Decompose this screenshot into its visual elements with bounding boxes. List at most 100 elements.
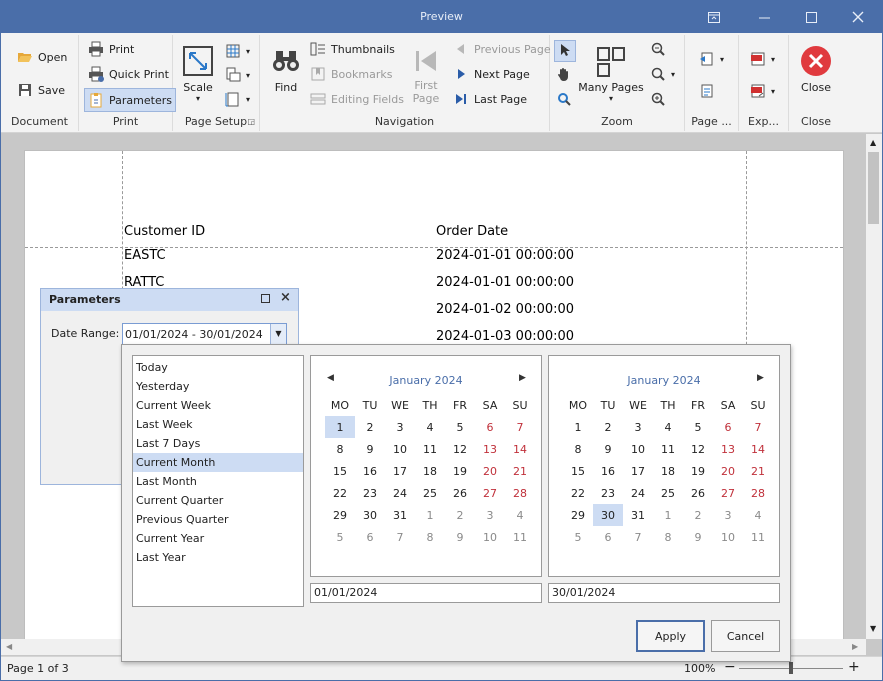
margins-button[interactable]: ▾ (225, 43, 250, 59)
calendar-day[interactable]: 10 (385, 438, 415, 460)
calendar-day[interactable]: 15 (563, 460, 593, 482)
calendar-day[interactable]: 2 (355, 416, 385, 438)
many-pages-button[interactable]: Many Pages ▾ (578, 45, 644, 103)
watermark-button[interactable] (699, 83, 720, 99)
calendar-day[interactable]: 24 (623, 482, 653, 504)
open-button[interactable]: Open (17, 49, 67, 65)
calendar-day[interactable]: 1 (325, 416, 355, 438)
paper-size-button[interactable]: ▾ (225, 91, 250, 107)
parameters-button[interactable]: Parameters (84, 88, 176, 112)
calendar-day[interactable]: 11 (653, 438, 683, 460)
calendar-day[interactable]: 9 (683, 526, 713, 548)
page-setup-dialog-launcher-icon[interactable]: ◲ (247, 117, 255, 126)
zoom-out-button[interactable] (650, 41, 671, 57)
calendar-day[interactable]: 3 (475, 504, 505, 526)
calendar-day[interactable]: 5 (683, 416, 713, 438)
calendar-day[interactable]: 13 (713, 438, 743, 460)
range-item[interactable]: Last Week (133, 415, 303, 434)
calendar-day[interactable]: 1 (563, 416, 593, 438)
save-button[interactable]: Save (17, 82, 65, 98)
end-date-input[interactable]: 30/01/2024 (548, 583, 780, 603)
calendar-day[interactable]: 12 (445, 438, 475, 460)
calendar-day[interactable]: 5 (563, 526, 593, 548)
calendar-day[interactable]: 6 (713, 416, 743, 438)
range-item[interactable]: Last Year (133, 548, 303, 567)
preset-range-list[interactable]: Today Yesterday Current Week Last Week Last … (132, 355, 304, 607)
send-pdf-button[interactable]: ▾ (750, 83, 775, 99)
calendar-day[interactable]: 1 (653, 504, 683, 526)
calendar-day[interactable]: 20 (713, 460, 743, 482)
calendar-day[interactable]: 15 (325, 460, 355, 482)
apply-button[interactable]: Apply (636, 620, 705, 652)
calendar-day[interactable]: 7 (385, 526, 415, 548)
calendar-day[interactable]: 9 (355, 438, 385, 460)
close-preview-button[interactable]: Close (798, 45, 834, 94)
calendar-day[interactable]: 26 (683, 482, 713, 504)
pointer-tool-button[interactable] (554, 40, 576, 62)
calendar-day[interactable]: 3 (623, 416, 653, 438)
calendar-day[interactable]: 28 (505, 482, 535, 504)
scroll-up-icon[interactable]: ▲ (870, 138, 876, 147)
calendar-day[interactable]: 18 (653, 460, 683, 482)
calendar-day[interactable]: 2 (445, 504, 475, 526)
quick-print-button[interactable]: Quick Print (88, 66, 169, 82)
calendar-day[interactable]: 19 (445, 460, 475, 482)
calendar-day[interactable]: 29 (325, 504, 355, 526)
print-button[interactable]: Print (88, 41, 134, 57)
page-background-button[interactable]: ▾ (699, 51, 724, 67)
calendar-day[interactable]: 2 (593, 416, 623, 438)
calendar-day[interactable]: 10 (475, 526, 505, 548)
zoom-button[interactable]: ▾ (650, 66, 675, 82)
calendar-day[interactable]: 25 (415, 482, 445, 504)
last-page-button[interactable]: Last Page (453, 91, 527, 107)
hand-tool-button[interactable] (556, 66, 577, 82)
close-window-button[interactable] (835, 1, 881, 33)
calendar-day[interactable]: 6 (355, 526, 385, 548)
calendar-day[interactable]: 11 (743, 526, 773, 548)
calendar-day[interactable]: 6 (593, 526, 623, 548)
scroll-down-icon[interactable]: ▼ (870, 624, 876, 633)
calendar-day[interactable]: 24 (385, 482, 415, 504)
zoom-in-button[interactable] (650, 91, 671, 107)
vertical-scrollbar[interactable]: ▲ ▼ (866, 134, 882, 639)
calendar-day[interactable]: 29 (563, 504, 593, 526)
calendar-day[interactable]: 5 (325, 526, 355, 548)
calendar-day[interactable]: 4 (415, 416, 445, 438)
first-page-button[interactable]: First Page (406, 45, 446, 105)
magnifier-button[interactable] (556, 91, 577, 107)
scale-button[interactable]: Scale ▾ (181, 45, 215, 103)
calendar-day[interactable]: 6 (475, 416, 505, 438)
calendar-day[interactable]: 20 (475, 460, 505, 482)
calendar-day[interactable]: 4 (743, 504, 773, 526)
calendar-day[interactable]: 22 (563, 482, 593, 504)
calendar-day[interactable]: 19 (683, 460, 713, 482)
calendar-day[interactable]: 16 (355, 460, 385, 482)
find-button[interactable]: Find (269, 45, 303, 94)
calendar-day[interactable]: 3 (385, 416, 415, 438)
vertical-scroll-thumb[interactable] (868, 152, 879, 224)
calendar-day[interactable]: 26 (445, 482, 475, 504)
calendar-day[interactable]: 16 (593, 460, 623, 482)
calendar-day[interactable]: 9 (445, 526, 475, 548)
bookmarks-button[interactable]: Bookmarks (310, 66, 392, 82)
calendar-day[interactable]: 10 (713, 526, 743, 548)
calendar-day[interactable]: 27 (475, 482, 505, 504)
calendar-day[interactable]: 14 (743, 438, 773, 460)
range-item[interactable]: Current Year (133, 529, 303, 548)
calendar-day[interactable]: 12 (683, 438, 713, 460)
calendar-day[interactable]: 8 (325, 438, 355, 460)
panel-close-icon[interactable]: × (280, 290, 291, 305)
calendar-day[interactable]: 5 (445, 416, 475, 438)
calendar-day[interactable]: 8 (563, 438, 593, 460)
calendar-day[interactable]: 11 (415, 438, 445, 460)
calendar-day[interactable]: 23 (355, 482, 385, 504)
scroll-right-icon[interactable]: ▶ (852, 642, 858, 651)
calendar-day[interactable]: 3 (713, 504, 743, 526)
date-range-input[interactable]: 01/01/2024 - 30/01/2024 ▼ (122, 323, 287, 345)
calendar-day[interactable]: 1 (415, 504, 445, 526)
range-item[interactable]: Yesterday (133, 377, 303, 396)
previous-page-button[interactable]: Previous Page (453, 41, 551, 57)
calendar-day[interactable]: 17 (623, 460, 653, 482)
maximize-button[interactable] (788, 1, 834, 33)
editing-fields-button[interactable]: Editing Fields (310, 91, 404, 107)
